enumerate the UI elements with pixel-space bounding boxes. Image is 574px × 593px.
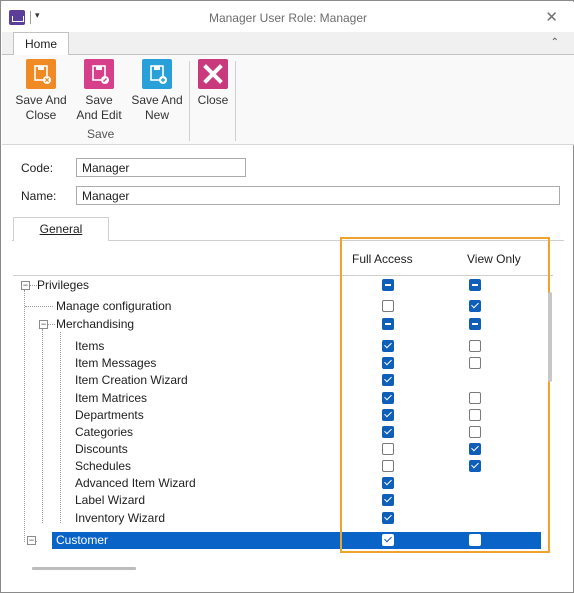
ribbon-group-label-save: Save [87,127,115,141]
full-access-checkbox[interactable] [382,357,394,369]
save-and-close-label-2: Close [25,108,57,122]
tree-row[interactable]: Item Messages [13,355,543,372]
tree-row[interactable]: Categories [13,424,543,441]
full-access-checkbox[interactable] [382,340,394,352]
view-only-checkbox[interactable] [469,357,481,369]
view-only-checkbox[interactable] [469,534,481,546]
close-button[interactable]: Close [195,59,231,108]
save-and-edit-button[interactable]: Save And Edit [74,59,124,123]
full-access-checkbox[interactable] [382,392,394,404]
view-only-checkbox[interactable] [469,460,481,472]
tree-item-label: Schedules [75,459,132,473]
tree-item-label: Discounts [75,442,128,456]
ribbon-group-separator [189,61,190,141]
save-and-close-label-1: Save And [15,93,67,107]
header-divider [13,275,553,276]
full-access-checkbox[interactable] [382,443,394,455]
full-access-checkbox[interactable] [382,494,394,506]
tree-item-label: Categories [75,425,134,439]
view-only-checkbox[interactable] [469,300,481,312]
tree-row[interactable]: − Privileges [13,277,543,294]
name-field[interactable] [76,186,560,205]
tree-row[interactable]: Schedules [13,458,543,475]
save-and-edit-label-2: And Edit [76,108,122,122]
view-only-checkbox[interactable] [469,426,481,438]
code-field[interactable] [76,158,246,177]
collapse-icon[interactable]: − [27,536,36,545]
ribbon-tab-strip [2,32,574,55]
tree-row[interactable]: Items [13,338,543,355]
full-access-checkbox[interactable] [382,460,394,472]
tree-row[interactable]: Advanced Item Wizard [13,475,543,492]
tree-row[interactable]: Discounts [13,441,543,458]
view-only-checkbox[interactable] [469,443,481,455]
tree-item-label: Advanced Item Wizard [75,476,196,490]
tree-row[interactable]: Item Matrices [13,390,543,407]
window-frame: ▾ Manager User Role: Manager ✕ Home ⌃ Sa… [0,0,574,593]
full-access-checkbox[interactable] [382,374,394,386]
ribbon-panel: Save And Close Save And Edit Save And Ne… [2,54,574,145]
view-only-checkbox[interactable] [469,392,481,404]
save-edit-icon [84,59,114,89]
view-only-checkbox[interactable] [469,409,481,421]
column-header-view-only[interactable]: View Only [467,252,521,266]
ribbon-group-separator-2 [235,61,236,141]
full-access-checkbox[interactable] [382,318,394,330]
tree-row[interactable]: − Merchandising [13,316,543,333]
close-icon [198,59,228,89]
full-access-checkbox[interactable] [382,409,394,421]
tab-home[interactable]: Home [13,32,69,55]
horizontal-scrollbar[interactable] [32,567,136,570]
ribbon-collapse-icon[interactable]: ⌃ [551,37,559,48]
tree-row[interactable]: − Customer [27,532,541,549]
save-and-new-button[interactable]: Save And New [130,59,184,123]
tree-item-label: Departments [75,408,144,422]
save-and-new-label-2: New [144,108,169,122]
save-and-close-button[interactable]: Save And Close [14,59,68,123]
tree-item-label: Manage configuration [56,299,172,313]
tree-row[interactable]: Label Wizard [13,492,543,509]
full-access-checkbox[interactable] [382,300,394,312]
view-only-checkbox[interactable] [469,318,481,330]
view-only-checkbox[interactable] [469,279,481,291]
title-bar: ▾ Manager User Role: Manager ✕ [2,2,574,32]
view-only-checkbox[interactable] [469,340,481,352]
tree-item-label: Customer [56,533,109,547]
tab-general-label: General [39,222,83,236]
tree-item-label: Item Creation Wizard [75,373,188,387]
full-access-checkbox[interactable] [382,477,394,489]
tree-item-label: Privileges [37,278,90,292]
tree-item-label: Items [75,339,105,353]
tree-row[interactable]: Departments [13,407,543,424]
code-label: Code: [21,161,54,175]
tree-row[interactable]: Inventory Wizard [13,510,543,527]
full-access-checkbox[interactable] [382,512,394,524]
full-access-checkbox[interactable] [382,426,394,438]
save-and-new-label-1: Save And [131,93,183,107]
tree-item-label: Merchandising [56,317,135,331]
close-label: Close [197,93,229,107]
tree-item-label: Item Messages [75,356,157,370]
tree-row[interactable]: Item Creation Wizard [13,372,543,389]
column-header-full-access[interactable]: Full Access [352,252,413,266]
name-label: Name: [21,189,57,203]
collapse-icon[interactable]: − [21,281,30,290]
collapse-icon[interactable]: − [39,320,48,329]
tab-general[interactable]: General [13,217,109,241]
full-access-checkbox[interactable] [382,279,394,291]
save-and-edit-label-1: Save [85,93,113,107]
save-new-icon [142,59,172,89]
tree-item-label: Inventory Wizard [75,511,166,525]
tree-item-label: Label Wizard [75,493,146,507]
window-title: Manager User Role: Manager [208,11,368,25]
tree-row[interactable]: Manage configuration [13,298,543,315]
save-close-icon [26,59,56,89]
tree-item-label: Item Matrices [75,391,148,405]
full-access-checkbox[interactable] [382,534,394,546]
window-close-icon[interactable]: ✕ [545,8,558,26]
vertical-scrollbar[interactable] [548,292,552,382]
